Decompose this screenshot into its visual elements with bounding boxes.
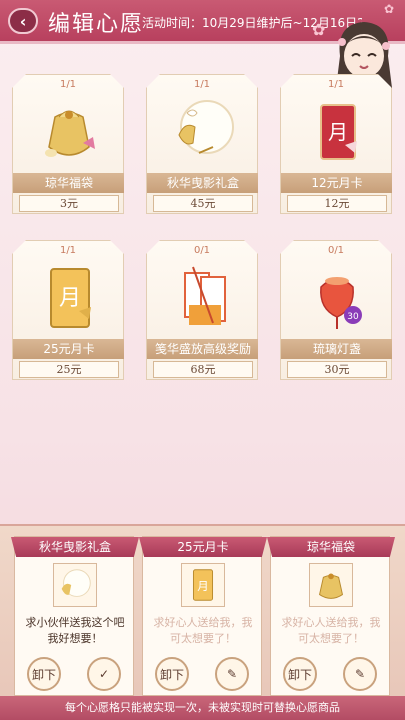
item-count: 1/1	[327, 79, 345, 90]
wish-slot: 秋华曳影礼盒 求小伙伴送我这个吧 我好想要！ 卸下 ✓	[11, 536, 139, 696]
wish-slot: 琼华福袋 求好心人送给我，我 可太想要了！ 卸下 ✎	[267, 536, 395, 696]
lucky-bag-icon	[309, 563, 353, 607]
item-price: 12元	[287, 195, 387, 212]
item-count: 1/1	[59, 245, 77, 256]
item-count: 0/1	[193, 245, 211, 256]
item-card[interactable]: 1/1 月 12元月卡 12元	[280, 74, 392, 214]
lantern-icon: 30	[320, 277, 362, 329]
gift-box-icon	[53, 563, 97, 607]
wish-panel: 秋华曳影礼盒 求小伙伴送我这个吧 我好想要！ 卸下 ✓ 25元月卡 月 求好心人…	[0, 524, 405, 720]
item-card[interactable]: 0/1 30 琉璃灯盏 30元	[280, 240, 392, 380]
svg-text:月: 月	[59, 286, 81, 311]
unload-button[interactable]: 卸下	[283, 657, 317, 691]
item-price: 68元	[153, 361, 253, 378]
wish-slot: 25元月卡 月 求好心人送给我，我 可太想要了！ 卸下 ✎	[139, 536, 267, 696]
svg-text:月: 月	[328, 120, 348, 144]
svg-text:30: 30	[347, 312, 359, 322]
item-name: 笺华盛放高级奖励	[147, 339, 258, 359]
wish-slot-title: 25元月卡	[139, 537, 267, 557]
unload-button[interactable]: 卸下	[27, 657, 61, 691]
item-count: 1/1	[193, 79, 211, 90]
lucky-bag-icon	[45, 110, 95, 157]
check-icon: ✓	[98, 667, 110, 681]
edit-message-button[interactable]: ✎	[215, 657, 249, 691]
item-card[interactable]: 0/1 笺华盛放高级奖励 68元	[146, 240, 258, 380]
confirm-button[interactable]: ✓	[87, 657, 121, 691]
item-count: 1/1	[59, 79, 77, 90]
item-price: 25元	[19, 361, 119, 378]
gift-box-icon	[178, 100, 234, 154]
item-count: 0/1	[327, 245, 345, 256]
item-name: 琉璃灯盏	[281, 339, 392, 359]
item-name: 25元月卡	[13, 339, 124, 359]
chevron-left-icon: ‹	[19, 11, 27, 31]
item-price: 3元	[19, 195, 119, 212]
wish-message: 求小伙伴送我这个吧 我好想要！	[25, 616, 125, 645]
wish-slot-title: 琼华福袋	[267, 537, 395, 557]
item-name: 琼华福袋	[13, 173, 124, 193]
page-title: 编辑心愿	[48, 12, 145, 37]
reward-bundle-icon	[184, 266, 226, 325]
item-card[interactable]: 1/1 月 25元月卡 25元	[12, 240, 124, 380]
item-card[interactable]: 1/1 秋华曳影礼盒 45元	[146, 74, 258, 214]
item-name: 12元月卡	[281, 173, 392, 193]
flower-decoration-icon: ✿	[312, 20, 326, 39]
month-card-large-icon: 月	[181, 563, 225, 607]
flower-decoration-icon: ✿	[384, 2, 395, 16]
month-card-large-icon: 月	[50, 268, 91, 328]
brush-icon: ✎	[354, 667, 366, 681]
brush-icon: ✎	[226, 667, 238, 681]
edit-message-button[interactable]: ✎	[343, 657, 377, 691]
wish-slot-title: 秋华曳影礼盒	[11, 537, 139, 557]
back-button[interactable]: ‹	[8, 8, 38, 34]
footer-notice: 每个心愿格只能被实现一次，未被实现时可替换心愿商品	[0, 696, 405, 720]
wish-message: 求好心人送给我，我 可太想要了！	[281, 616, 381, 645]
item-card[interactable]: 1/1 琼华福袋 3元	[12, 74, 124, 214]
item-price: 30元	[287, 361, 387, 378]
item-price: 45元	[153, 195, 253, 212]
unload-button[interactable]: 卸下	[155, 657, 189, 691]
wish-message: 求好心人送给我，我 可太想要了！	[153, 616, 253, 645]
month-card-small-icon: 月	[320, 104, 357, 160]
item-name: 秋华曳影礼盒	[147, 173, 258, 193]
svg-text:月: 月	[197, 579, 208, 593]
